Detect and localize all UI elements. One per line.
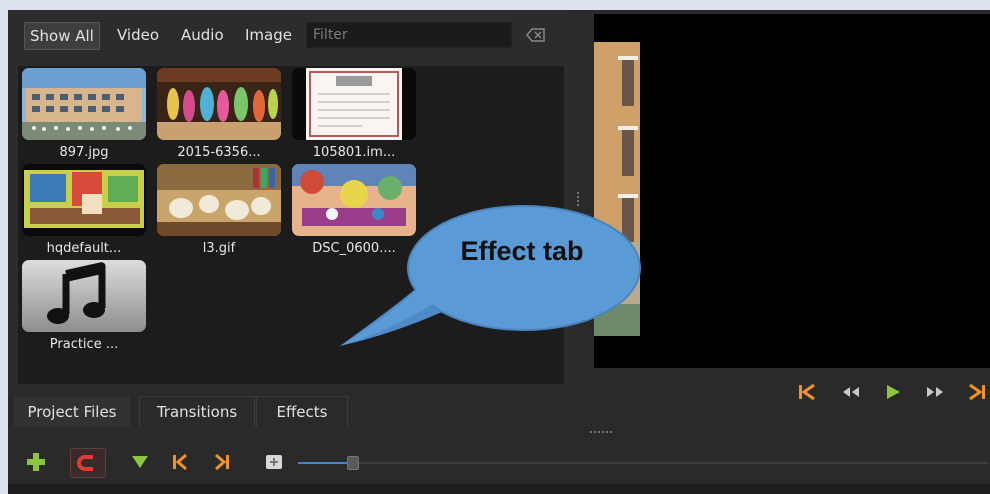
image-thumbnail [157, 68, 281, 140]
snap-magnet-icon[interactable] [70, 448, 106, 478]
image-thumbnail [292, 164, 416, 236]
dock-splitter-handle[interactable] [590, 431, 614, 434]
previous-marker-icon[interactable] [168, 450, 192, 474]
music-note-icon [22, 260, 146, 332]
file-label: Practice ... [49, 337, 119, 352]
jump-end-icon[interactable] [966, 382, 988, 402]
audio-filter-button[interactable]: Audio [176, 22, 229, 48]
tab-effects[interactable]: Effects [256, 396, 348, 427]
filter-input[interactable] [306, 22, 512, 48]
tab-project-files[interactable]: Project Files [14, 396, 130, 427]
player-controls [594, 372, 990, 416]
openshot-window: Show All Video Audio Image Filter 897.jp… [8, 10, 990, 494]
preview-frame-image [594, 42, 640, 336]
file-label: 897.jpg [59, 145, 109, 160]
timeline-ruler [8, 484, 990, 494]
panel-splitter-handle[interactable] [576, 190, 580, 212]
add-track-icon[interactable] [24, 450, 48, 474]
play-icon[interactable] [882, 382, 904, 402]
image-filter-button[interactable]: Image [240, 22, 297, 48]
file-label: 2015-6356... [177, 145, 261, 160]
image-thumbnail [22, 68, 146, 140]
image-thumbnail [157, 164, 281, 236]
zoom-slider[interactable] [298, 456, 988, 470]
file-label: 105801.im... [312, 145, 396, 160]
show-all-button[interactable]: Show All [24, 22, 100, 50]
image-thumbnail [292, 68, 416, 140]
tab-transitions[interactable]: Transitions [139, 396, 255, 427]
center-playhead-icon[interactable] [262, 450, 286, 474]
files-grid: 897.jpg 2015-6356... 105801.im... hqdefa… [18, 66, 564, 384]
file-item-l3[interactable]: l3.gif [155, 164, 283, 256]
file-label: DSC_0600.... [312, 241, 396, 256]
file-item-hqdefault[interactable]: hqdefault... [20, 164, 148, 256]
zoom-slider-handle[interactable] [347, 456, 359, 470]
video-filter-button[interactable]: Video [112, 22, 164, 48]
file-item-105801[interactable]: 105801.im... [290, 68, 418, 160]
file-item-practice[interactable]: Practice ... [20, 260, 148, 352]
video-preview [594, 14, 990, 368]
rewind-icon[interactable] [840, 382, 862, 402]
file-item-dsc0600[interactable]: DSC_0600.... [290, 164, 418, 256]
file-label: l3.gif [202, 241, 236, 256]
project-files-panel: Show All Video Audio Image Filter 897.jp… [8, 10, 568, 386]
filter-bar: Show All Video Audio Image [22, 22, 552, 50]
jump-start-icon[interactable] [796, 382, 818, 402]
panel-tabs: Project Files Transitions Effects [8, 396, 568, 427]
timeline-toolbar [8, 442, 990, 482]
fast-forward-icon[interactable] [924, 382, 946, 402]
marker-icon[interactable] [128, 450, 152, 474]
file-item-2015[interactable]: 2015-6356... [155, 68, 283, 160]
image-thumbnail [22, 164, 146, 236]
file-item-897[interactable]: 897.jpg [20, 68, 148, 160]
zoom-slider-fill [298, 462, 353, 464]
clear-filter-icon[interactable] [526, 27, 546, 43]
file-label: hqdefault... [46, 241, 122, 256]
next-marker-icon[interactable] [210, 450, 234, 474]
